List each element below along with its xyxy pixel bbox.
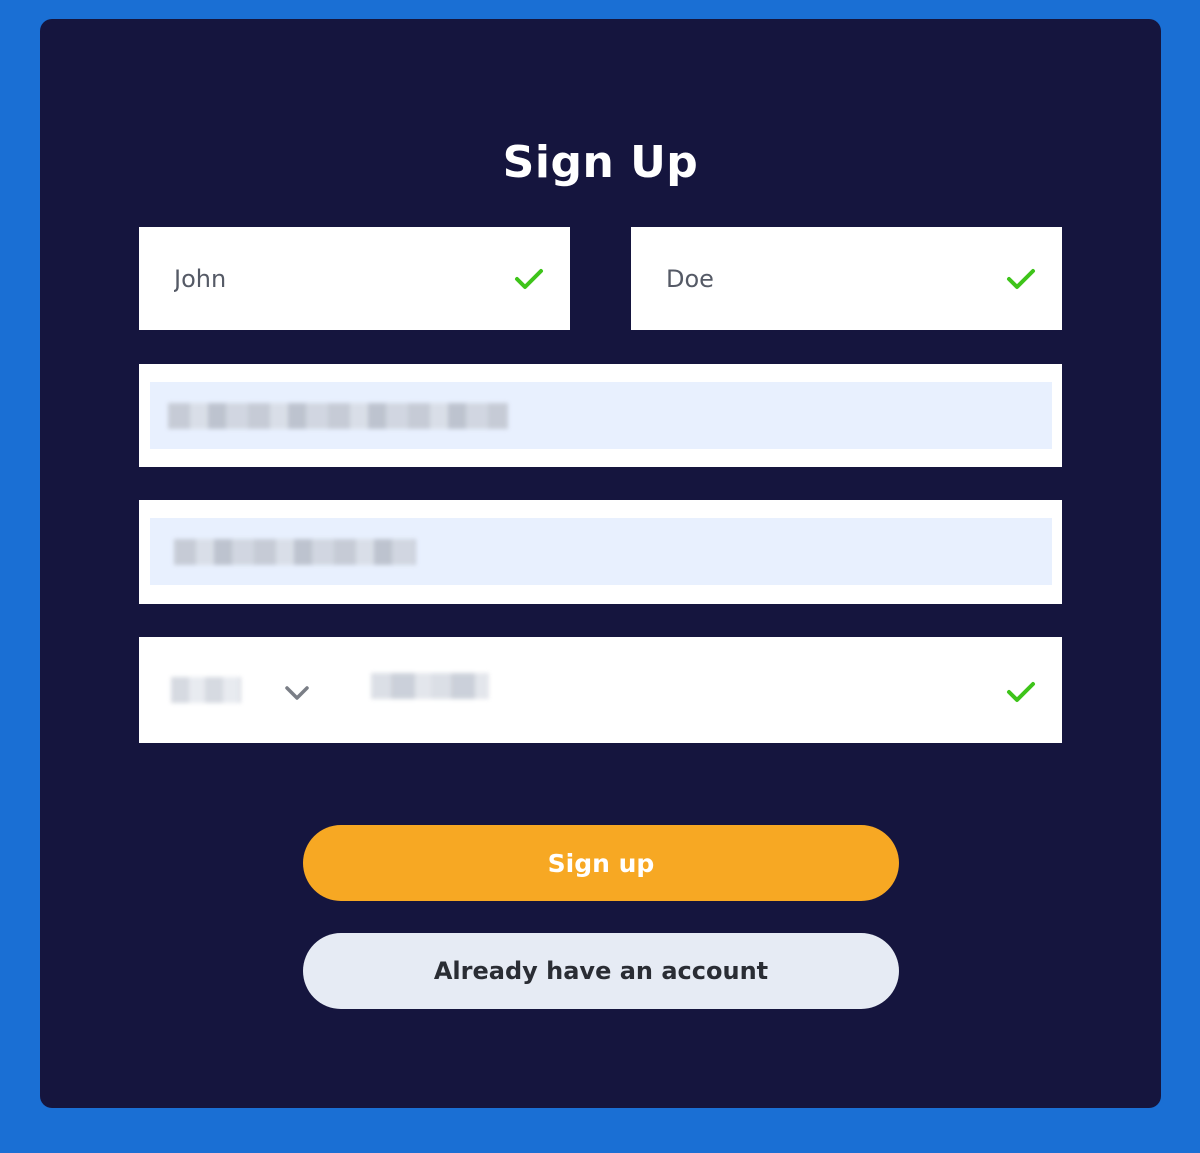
password-autofill bbox=[150, 518, 1052, 585]
redacted-email bbox=[168, 402, 508, 429]
signup-button[interactable]: Sign up bbox=[303, 825, 899, 901]
redacted-password bbox=[174, 538, 416, 565]
check-icon bbox=[1007, 682, 1035, 702]
last-name-field[interactable] bbox=[631, 227, 1062, 330]
signup-card: Sign Up John Doe Sign up Already have an… bbox=[40, 19, 1161, 1108]
phone-field[interactable] bbox=[139, 637, 1062, 745]
first-name-input[interactable] bbox=[139, 227, 570, 330]
first-name-field[interactable] bbox=[139, 227, 570, 330]
chevron-down-icon[interactable] bbox=[282, 683, 312, 703]
page-title: Sign Up bbox=[502, 137, 699, 188]
password-field[interactable] bbox=[139, 500, 1062, 604]
last-name-input[interactable] bbox=[631, 227, 1062, 330]
check-icon bbox=[515, 269, 543, 289]
email-field[interactable] bbox=[139, 364, 1062, 467]
redacted-phone-number bbox=[371, 673, 489, 699]
email-autofill bbox=[150, 382, 1052, 449]
country-code-select[interactable] bbox=[139, 637, 339, 743]
login-button[interactable]: Already have an account bbox=[303, 933, 899, 1009]
redacted-country-code bbox=[171, 677, 241, 703]
check-icon bbox=[1007, 269, 1035, 289]
